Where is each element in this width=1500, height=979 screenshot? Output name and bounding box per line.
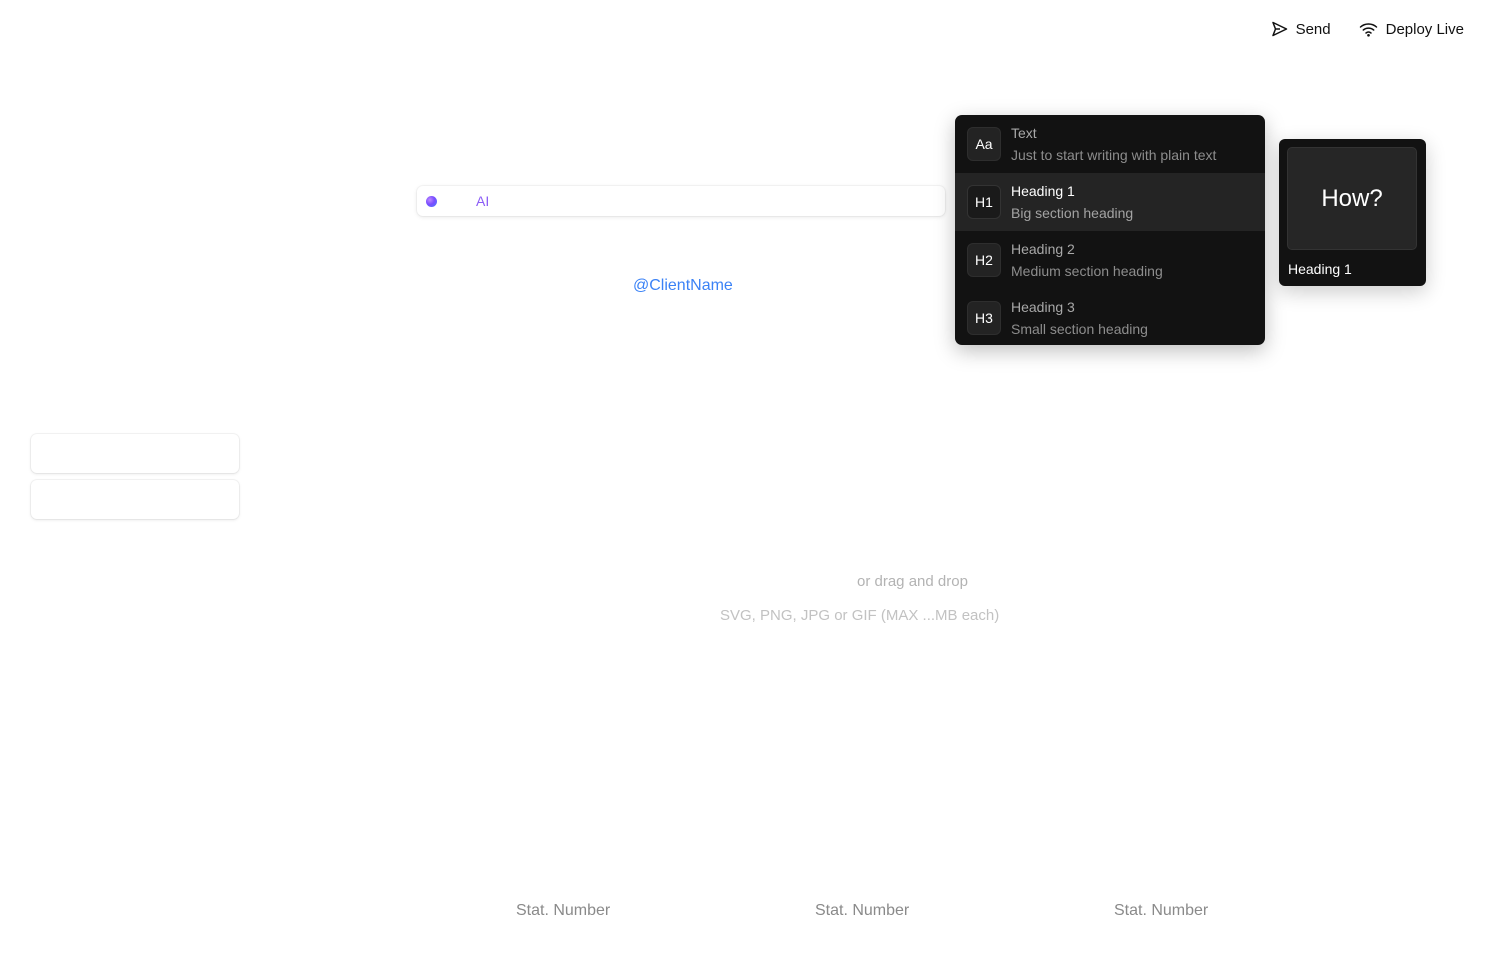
- ai-label: AI: [476, 193, 490, 209]
- wifi-icon: [1359, 22, 1378, 37]
- text-block-icon: Aa: [967, 127, 1001, 161]
- menu-item-title: Heading 1: [1011, 183, 1075, 199]
- deploy-live-button[interactable]: Deploy Live: [1359, 18, 1464, 40]
- menu-item-description: Medium section heading: [1011, 263, 1163, 279]
- menu-item-title: Heading 3: [1011, 299, 1075, 315]
- upload-format-hint: SVG, PNG, JPG or GIF (MAX ...MB each): [720, 607, 1000, 624]
- menu-item-heading-3[interactable]: H3 Heading 3 Small section heading: [955, 289, 1265, 345]
- menu-item-description: Just to start writing with plain text: [1011, 147, 1217, 163]
- send-icon: [1271, 21, 1288, 37]
- upload-drag-hint: or drag and drop: [857, 573, 968, 590]
- menu-item-description: Small section heading: [1011, 321, 1148, 337]
- stat-number: Stat. Number: [516, 902, 611, 919]
- stat-number: Stat. Number: [815, 902, 910, 919]
- menu-item-heading-2[interactable]: H2 Heading 2 Medium section heading: [955, 231, 1265, 289]
- top-actions: Send Deploy Live: [1271, 18, 1464, 40]
- menu-item-title: Text: [1011, 125, 1037, 141]
- stat-number: Stat. Number: [1114, 902, 1209, 919]
- block-type-menu: Aa Text Just to start writing with plain…: [955, 115, 1265, 345]
- menu-item-heading-1[interactable]: H1 Heading 1 Big section heading: [955, 173, 1265, 231]
- menu-item-text[interactable]: Aa Text Just to start writing with plain…: [955, 115, 1265, 173]
- left-panel-card[interactable]: [31, 434, 239, 473]
- send-label: Send: [1295, 20, 1331, 38]
- client-name-mention[interactable]: @ClientName: [633, 277, 733, 295]
- block-preview-card: How? Heading 1: [1279, 139, 1426, 286]
- ai-prompt-bar[interactable]: AI: [417, 186, 945, 216]
- send-button[interactable]: Send: [1271, 18, 1331, 40]
- ai-orb-icon: [426, 195, 437, 207]
- menu-item-description: Big section heading: [1011, 205, 1134, 221]
- heading-1-icon: H1: [967, 185, 1001, 219]
- menu-item-title: Heading 2: [1011, 241, 1075, 257]
- heading-2-icon: H2: [967, 243, 1001, 277]
- preview-label: Heading 1: [1288, 261, 1352, 277]
- deploy-live-label: Deploy Live: [1385, 20, 1464, 38]
- preview-sample: How?: [1287, 147, 1417, 250]
- page: Send Deploy Live AI @ClientName Aa Text …: [0, 0, 1500, 979]
- heading-3-icon: H3: [967, 301, 1001, 335]
- left-panel-card[interactable]: [31, 480, 239, 519]
